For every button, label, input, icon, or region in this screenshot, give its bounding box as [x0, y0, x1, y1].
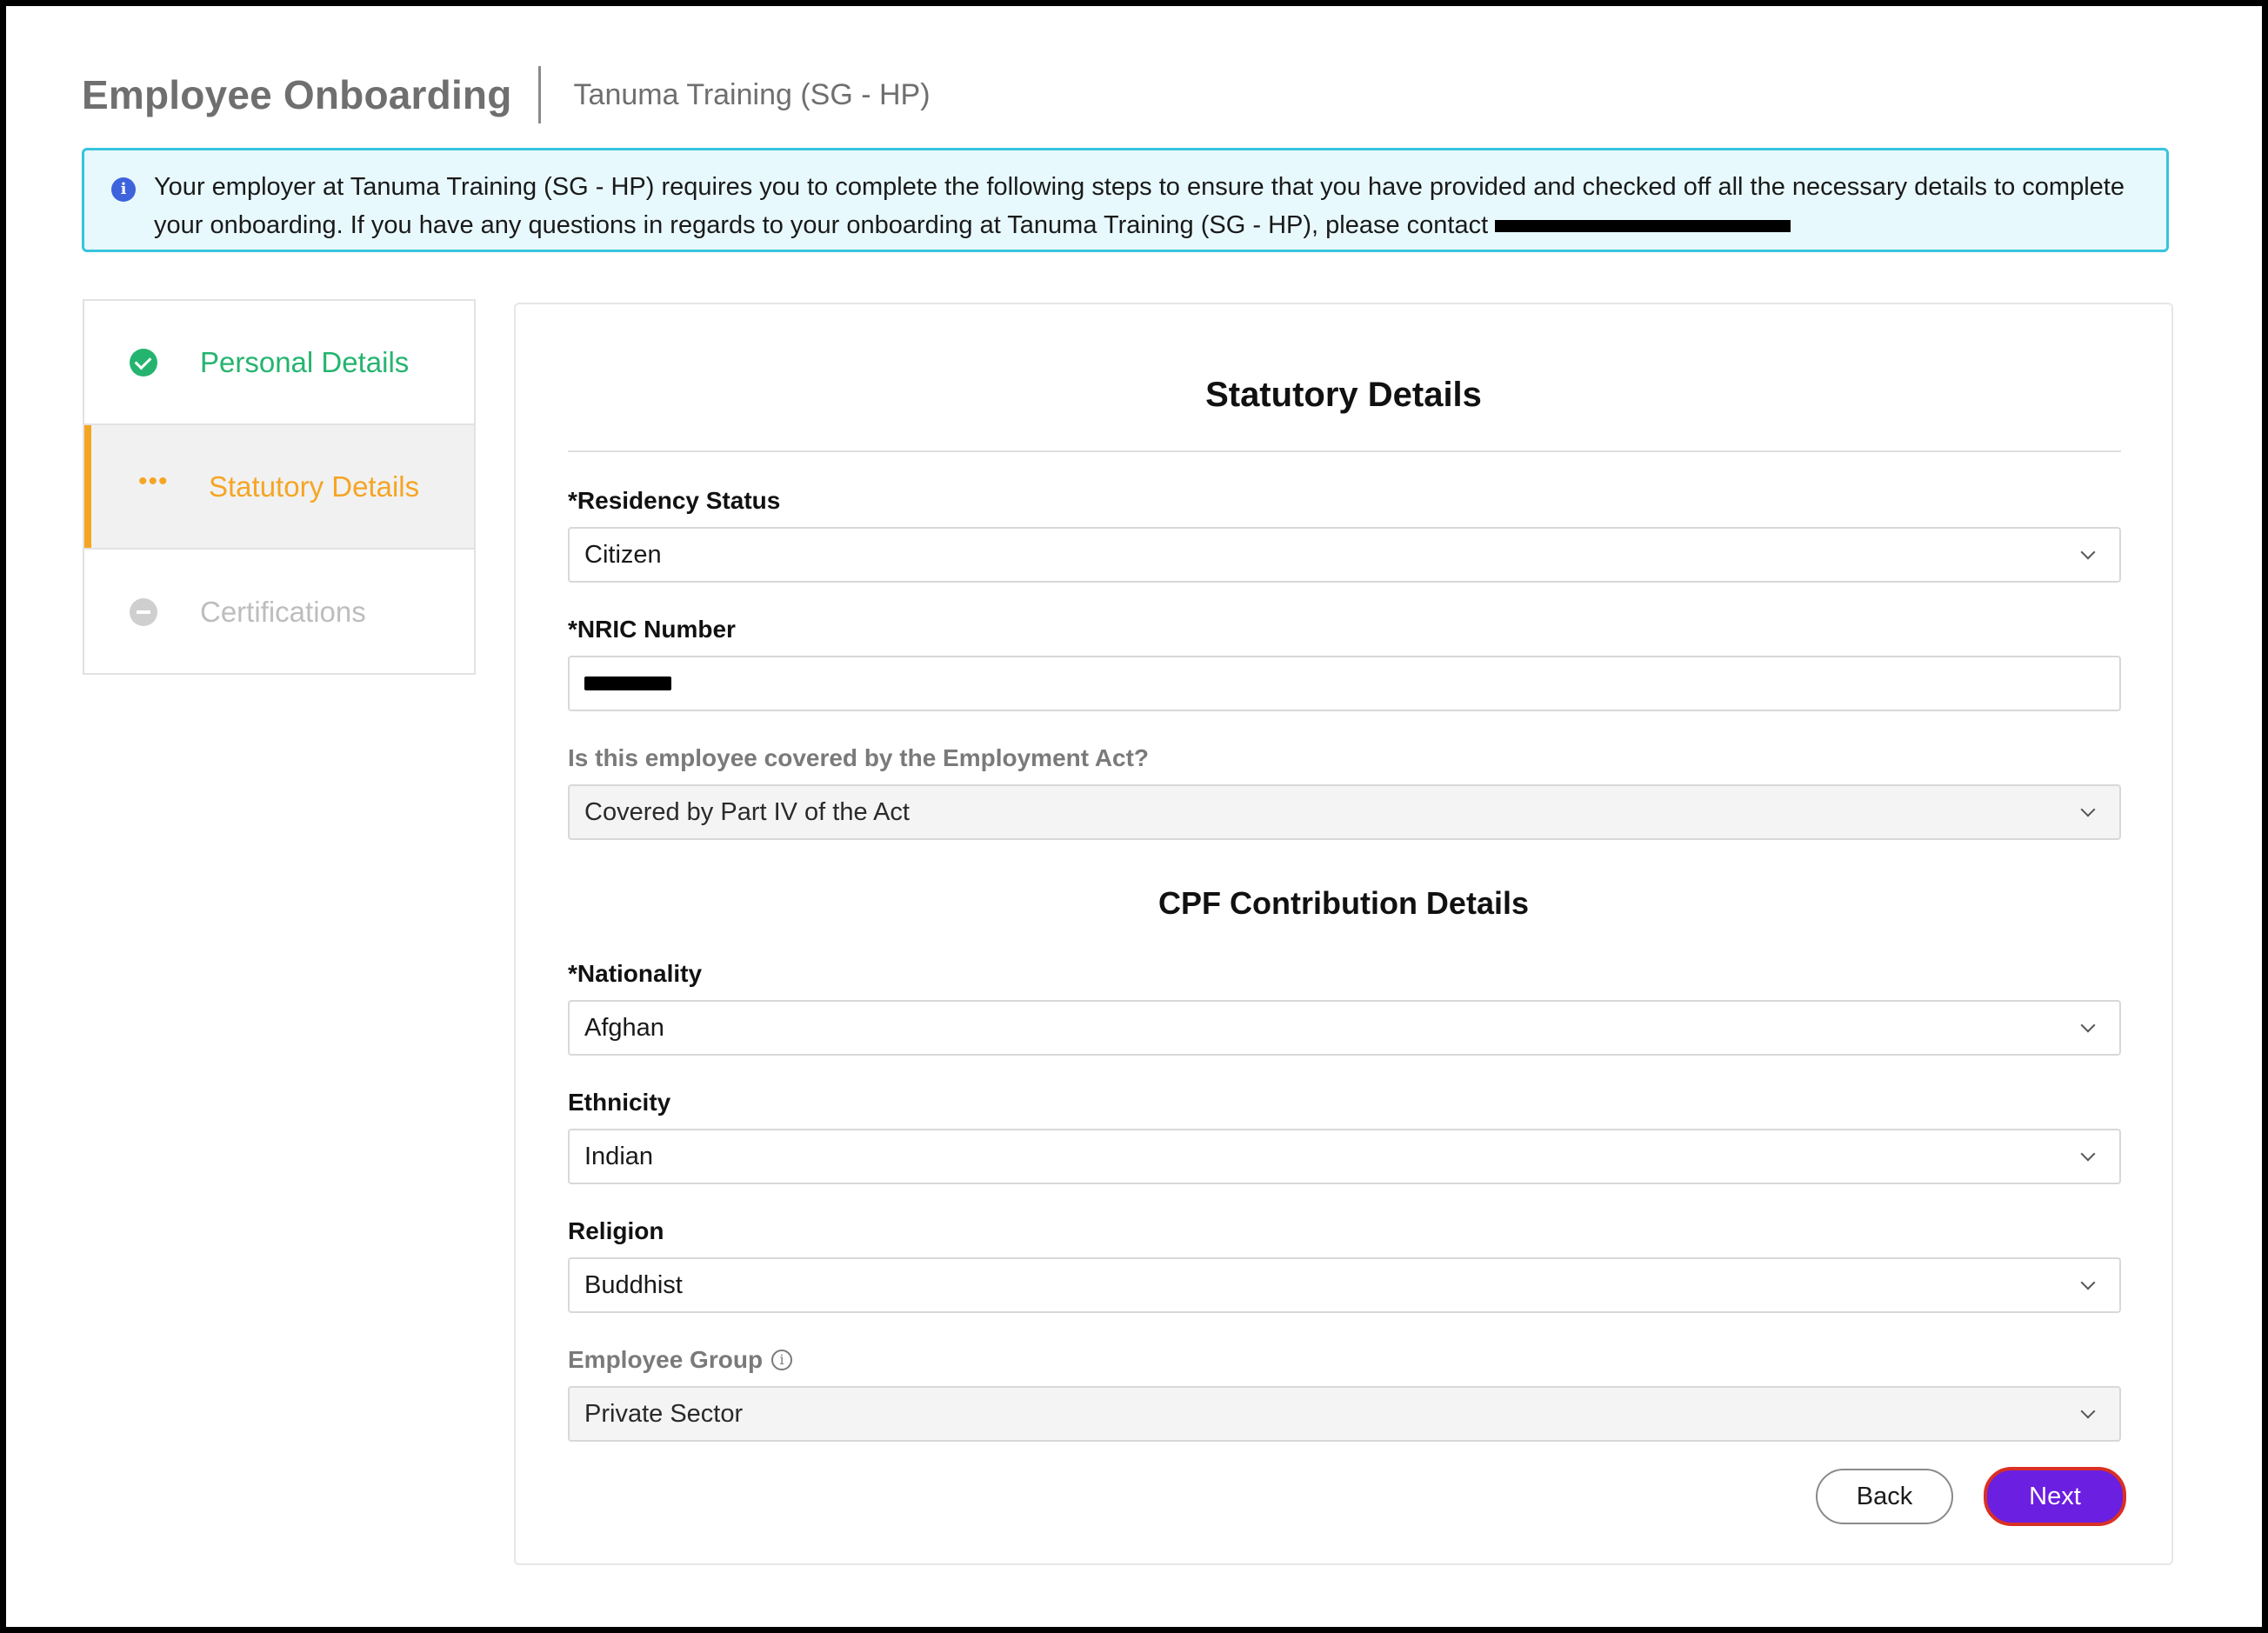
employment-act-label: Is this employee covered by the Employme… — [568, 744, 1150, 771]
banner-text: Your employer at Tanuma Training (SG - H… — [154, 173, 2125, 239]
nric-number-label: *NRIC Number — [568, 616, 736, 643]
nationality-value: Afghan — [584, 1013, 664, 1042]
nationality-label: *Nationality — [568, 960, 703, 987]
redacted-email — [1495, 220, 1791, 233]
religion-select[interactable]: Buddhist — [568, 1257, 2121, 1313]
chevron-down-icon — [2080, 544, 2096, 560]
chevron-down-icon — [2080, 802, 2096, 817]
app-window: Employee Onboarding Tanuma Training (SG … — [6, 6, 2262, 1627]
info-icon[interactable]: i — [771, 1349, 793, 1370]
ethnicity-select[interactable]: Indian — [568, 1129, 2121, 1184]
cpf-section-title: CPF Contribution Details — [1158, 885, 1529, 921]
ellipsis-icon: ••• — [138, 467, 169, 496]
step-label: Personal Details — [200, 345, 410, 378]
onboarding-steps: Personal Details ••• Statutory Details C… — [83, 299, 476, 675]
step-label: Certifications — [200, 595, 366, 628]
minus-circle-icon — [130, 597, 157, 626]
step-certifications[interactable]: Certifications — [84, 550, 474, 674]
step-personal-details[interactable]: Personal Details — [84, 301, 474, 425]
company-name: Tanuma Training (SG - HP) — [573, 77, 931, 111]
ethnicity-value: Indian — [584, 1142, 654, 1170]
contact-email-link[interactable] — [1495, 213, 1791, 239]
page-title: Employee Onboarding — [82, 72, 512, 117]
employee-group-label: Employee Group — [568, 1346, 764, 1373]
page-header: Employee Onboarding Tanuma Training (SG … — [82, 60, 931, 130]
chevron-down-icon — [2080, 1275, 2096, 1290]
info-banner: i Your employer at Tanuma Training (SG -… — [82, 148, 2169, 252]
ethnicity-label: Ethnicity — [568, 1089, 671, 1116]
residency-status-select[interactable]: Citizen — [568, 527, 2121, 583]
residency-status-value: Citizen — [584, 540, 662, 569]
nric-number-input[interactable] — [568, 656, 2121, 711]
employee-group-label-row: Employee Group i — [568, 1346, 793, 1374]
religion-label: Religion — [568, 1217, 664, 1244]
chevron-down-icon — [2080, 1403, 2096, 1419]
employment-act-value: Covered by Part IV of the Act — [584, 797, 910, 826]
header-divider — [537, 66, 541, 123]
employee-group-select[interactable]: Private Sector — [568, 1386, 2121, 1442]
employment-act-select[interactable]: Covered by Part IV of the Act — [568, 784, 2121, 840]
nationality-select[interactable]: Afghan — [568, 1000, 2121, 1056]
redacted-nric — [584, 677, 671, 690]
info-icon: i — [111, 177, 136, 202]
title-divider — [568, 450, 2121, 452]
statutory-details-form: Statutory Details *Residency Status Citi… — [514, 303, 2173, 1565]
religion-value: Buddhist — [584, 1270, 683, 1299]
employee-group-value: Private Sector — [584, 1399, 744, 1428]
next-button[interactable]: Next — [1984, 1467, 2126, 1526]
chevron-down-icon — [2080, 1017, 2096, 1033]
chevron-down-icon — [2080, 1146, 2096, 1162]
check-circle-icon — [130, 348, 157, 377]
step-label: Statutory Details — [209, 470, 420, 503]
residency-status-label: *Residency Status — [568, 487, 781, 514]
back-button[interactable]: Back — [1816, 1469, 1953, 1524]
form-title: Statutory Details — [1205, 376, 1482, 414]
step-statutory-details[interactable]: ••• Statutory Details — [84, 425, 474, 550]
